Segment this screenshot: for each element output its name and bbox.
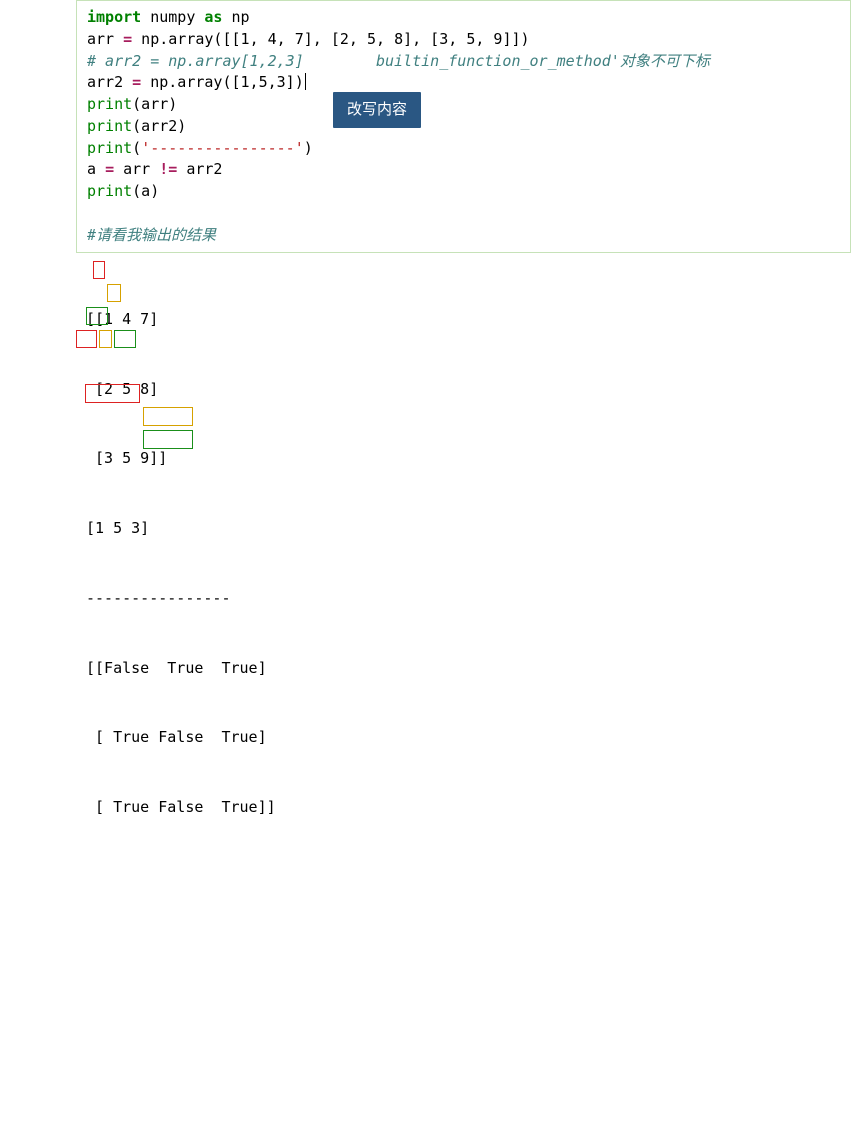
highlight-box bbox=[76, 330, 97, 348]
output-line: [ True False True] bbox=[86, 726, 843, 749]
code-line-1: import numpy as np bbox=[87, 7, 842, 29]
code-line-2: arr = np.array([[1, 4, 7], [2, 5, 8], [3… bbox=[87, 29, 842, 51]
keyword-as: as bbox=[204, 8, 222, 26]
code-line-6: print(arr2) bbox=[87, 116, 842, 138]
highlight-box bbox=[99, 330, 112, 348]
output-line: [1 5 3] bbox=[86, 517, 843, 540]
output-area: [[1 4 7] [2 5 8] [3 5 9]] [1 5 3] ------… bbox=[76, 253, 851, 1146]
output-line: [[1 4 7] bbox=[86, 308, 843, 331]
code-line-3-comment: # arr2 = np.array[1,2,3] builtin_functio… bbox=[87, 51, 842, 73]
output-line: [3 5 9]] bbox=[86, 447, 843, 470]
code-editor[interactable]: import numpy as np arr = np.array([[1, 4… bbox=[76, 0, 851, 253]
keyword-import: import bbox=[87, 8, 141, 26]
highlight-box bbox=[114, 330, 136, 348]
code-line-9: print(a) bbox=[87, 181, 842, 203]
highlight-box bbox=[93, 261, 105, 279]
code-cell: import numpy as np arr = np.array([[1, 4… bbox=[0, 0, 851, 1146]
output-line: ---------------- bbox=[86, 587, 843, 610]
code-line-7: print('----------------') bbox=[87, 138, 842, 160]
highlight-box bbox=[143, 407, 193, 426]
output-line: [ True False True]] bbox=[86, 796, 843, 819]
highlight-box bbox=[107, 284, 121, 302]
code-line-11-comment: #请看我输出的结果 bbox=[87, 225, 842, 247]
input-prompt bbox=[0, 0, 76, 1146]
output-line: [2 5 8] bbox=[86, 378, 843, 401]
code-line-8: a = arr != arr2 bbox=[87, 159, 842, 181]
output-line: [[False True True] bbox=[86, 657, 843, 680]
text-cursor bbox=[305, 73, 306, 90]
code-line-blank bbox=[87, 203, 842, 225]
code-line-4: arr2 = np.array([1,5,3]) bbox=[87, 72, 842, 94]
code-line-5: print(arr) bbox=[87, 94, 842, 116]
rewrite-tooltip[interactable]: 改写内容 bbox=[333, 92, 421, 128]
